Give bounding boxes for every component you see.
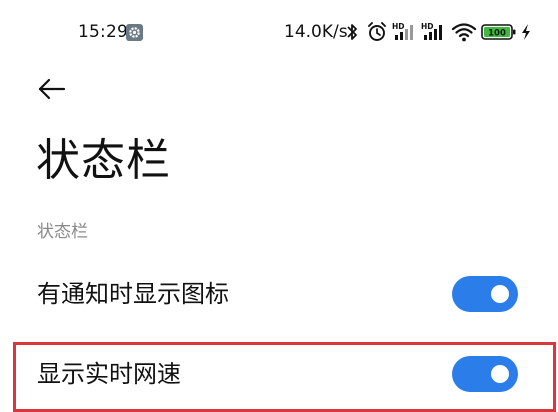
svg-text:HD: HD [421,22,434,31]
charging-icon [520,20,532,44]
network-speed: 14.0K/s [284,22,348,42]
bluetooth-icon [346,20,359,44]
highlight-box [13,342,556,412]
battery-icon: 100 [481,20,517,44]
gear-icon [126,24,143,41]
svg-text:100: 100 [488,29,506,39]
status-time: 15:29 [78,22,128,42]
arrow-left-icon [38,78,66,100]
setting-label: 有通知时显示图标 [37,280,229,308]
toggle-knob [491,285,509,303]
notification-icons-toggle[interactable] [452,276,518,312]
alarm-clock-icon [366,20,388,44]
signal-hd-icon-2: HD [421,20,447,44]
setting-row-notification-icons[interactable]: 有通知时显示图标 [0,266,558,322]
section-header: 状态栏 [37,222,88,242]
svg-text:HD: HD [392,22,405,31]
status-bar: 15:29 14.0K/s HD HD 100 [0,0,558,64]
signal-hd-icon-1: HD [392,20,418,44]
back-button[interactable] [36,75,70,103]
page-title: 状态栏 [36,135,171,186]
wifi-icon [451,20,477,44]
